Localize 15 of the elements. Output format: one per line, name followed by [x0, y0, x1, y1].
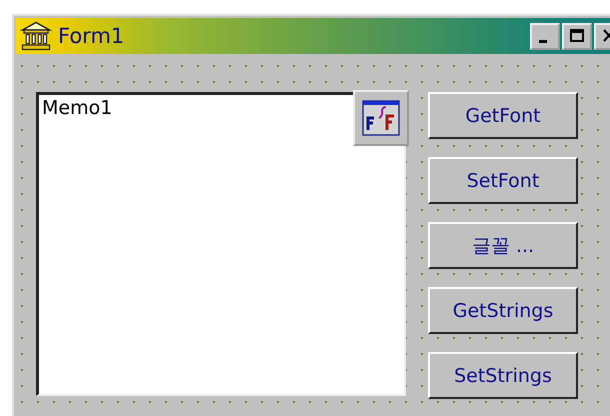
form-button[interactable]: GetFont [428, 92, 578, 139]
minimize-button[interactable] [530, 22, 560, 50]
form-button[interactable]: GetStrings [428, 287, 578, 334]
memo-text: Memo1 [42, 97, 112, 119]
font-dialog-icon [361, 98, 401, 138]
form-button[interactable]: SetStrings [428, 352, 578, 399]
window-title: Form1 [58, 24, 126, 48]
maximize-button[interactable] [562, 22, 592, 50]
maximize-icon [567, 27, 587, 45]
form-button[interactable]: SetFont [428, 157, 578, 204]
font-dialog-component[interactable] [353, 90, 409, 146]
form-button[interactable]: 글꼴 ... [428, 222, 578, 269]
building-icon [20, 21, 52, 51]
minimize-icon [539, 40, 547, 42]
memo-box[interactable]: Memo1 [36, 92, 406, 396]
